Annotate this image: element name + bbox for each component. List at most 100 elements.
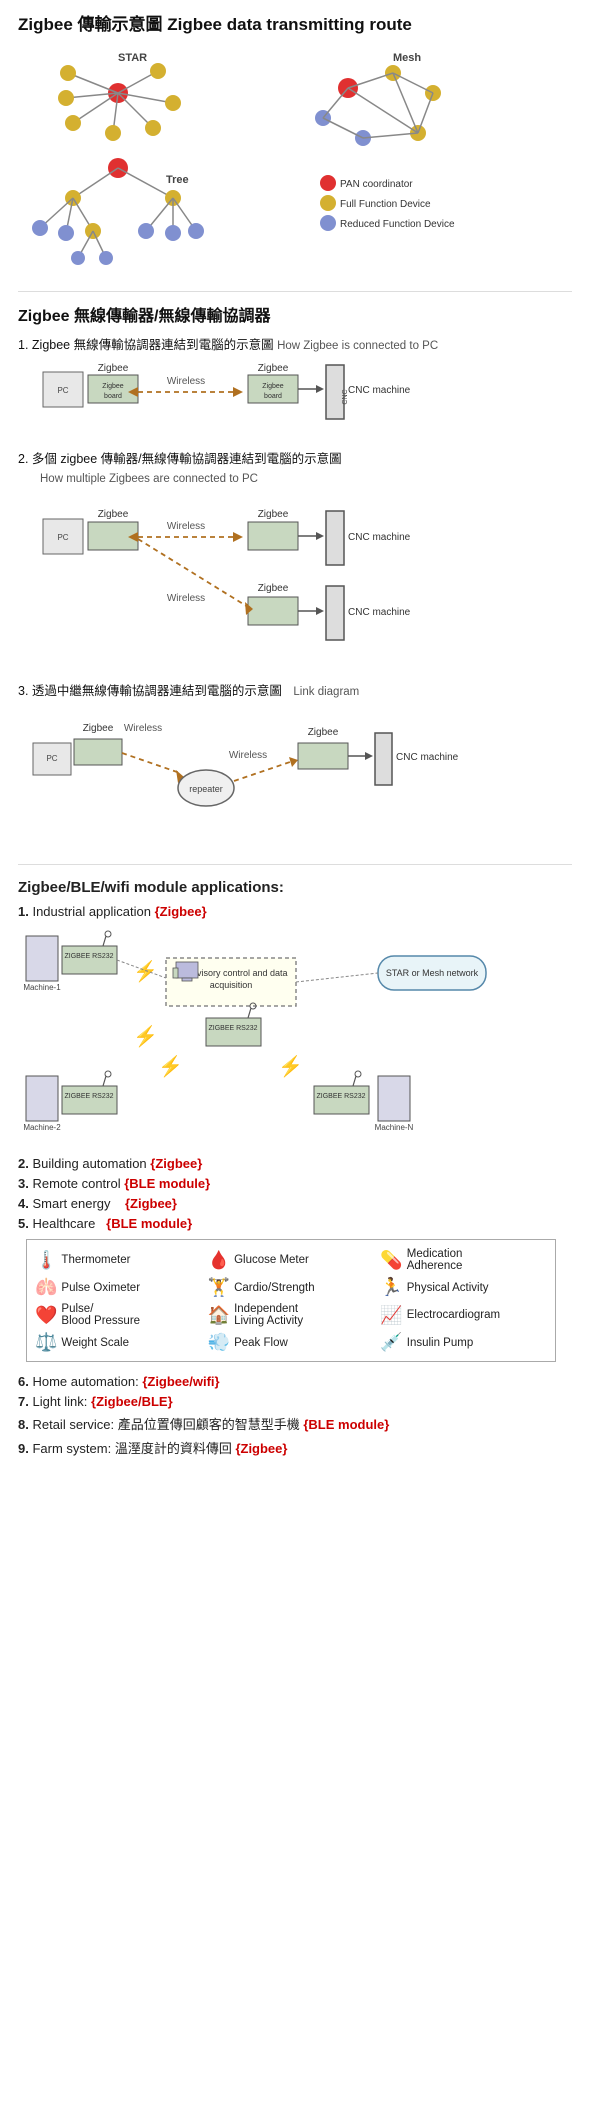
app-item-1-num: 1.	[18, 904, 32, 919]
app-item-7-text: Light link:	[32, 1394, 91, 1409]
app-item-4: 4. Smart energy {Zigbee}	[18, 1196, 572, 1211]
app-item-4-text: Smart energy	[32, 1196, 124, 1211]
svg-text:STAR or Mesh network: STAR or Mesh network	[386, 968, 479, 978]
svg-text:Zigbee: Zigbee	[258, 363, 289, 374]
svg-text:Zigbee: Zigbee	[308, 727, 339, 738]
item1-en: How Zigbee is connected to PC	[277, 340, 438, 352]
svg-text:acquisition: acquisition	[210, 980, 253, 990]
svg-text:board: board	[104, 393, 122, 400]
hc-pulseox-label: Pulse Oximeter	[61, 1282, 140, 1294]
wireless-item-2: 2. 多個 zigbee 傳輸器/無線傳輸協調器連結到電腦的示意圖 How mu…	[18, 448, 572, 680]
hc-med-label: MedicationAdherence	[407, 1248, 463, 1272]
app-item-6: 6. Home automation: {Zigbee/wifi}	[18, 1374, 572, 1389]
hc-medication: 💊 MedicationAdherence	[380, 1248, 547, 1272]
hc-insulin-label: Insulin Pump	[407, 1337, 473, 1349]
hc-peak-icon: 💨	[208, 1332, 230, 1353]
app-item-7: 7. Light link: {Zigbee/BLE}	[18, 1394, 572, 1409]
svg-text:PC: PC	[57, 386, 68, 395]
hc-glucose-label: Glucose Meter	[234, 1254, 309, 1266]
main-title: Zigbee 傳輸示意圖 Zigbee data transmitting ro…	[18, 10, 572, 35]
svg-text:board: board	[264, 393, 282, 400]
svg-text:Full Function Device: Full Function Device	[340, 199, 431, 210]
svg-text:CNC machine: CNC machine	[348, 607, 411, 618]
hc-weight-icon: ⚖️	[35, 1332, 57, 1353]
diagram-2: PC Zigbee Wireless Zigbee CNC machine Zi…	[38, 489, 558, 669]
wireless-item-1: 1. Zigbee 無線傳輸協調器連結到電腦的示意圖 How Zigbee is…	[18, 334, 572, 448]
app-item-9-zh: 溫溼度計的資料傳回	[115, 1441, 236, 1456]
svg-text:Zigbee: Zigbee	[258, 583, 289, 594]
hc-cardio-label: Cardio/Strength	[234, 1282, 315, 1294]
app-item-8-text: Retail service:	[32, 1417, 117, 1432]
item3-zh: 透過中繼無線傳輸協調器連結到電腦的示意圖	[32, 684, 282, 698]
svg-text:Zigbee: Zigbee	[102, 383, 124, 390]
app-item-4-num: 4.	[18, 1196, 32, 1211]
hc-living-label: IndependentLiving Activity	[234, 1303, 303, 1327]
hc-peak-label: Peak Flow	[234, 1337, 288, 1349]
app-item-5-tag: {BLE module}	[106, 1216, 192, 1231]
svg-text:ZIGBEE RS232: ZIGBEE RS232	[316, 1093, 365, 1100]
hc-physical-icon: 🏃	[380, 1277, 402, 1298]
hc-physical-label: Physical Activity	[407, 1282, 489, 1294]
app-item-7-num: 7.	[18, 1394, 32, 1409]
app-item-9-tag: {Zigbee}	[235, 1441, 287, 1456]
hc-peakflow: 💨 Peak Flow	[208, 1332, 375, 1353]
svg-text:⚡: ⚡	[278, 1054, 303, 1078]
app-item-8-num: 8.	[18, 1417, 32, 1432]
svg-text:Machine-1: Machine-1	[23, 983, 61, 992]
app-item-5-text: Healthcare	[32, 1216, 106, 1231]
svg-text:repeater: repeater	[189, 784, 223, 794]
svg-text:STAR: STAR	[118, 52, 147, 64]
hc-pulseox-icon: 🫁	[35, 1277, 57, 1298]
hc-physical: 🏃 Physical Activity	[380, 1277, 547, 1298]
hc-insulin-icon: 💉	[380, 1332, 402, 1353]
app-item-6-num: 6.	[18, 1374, 32, 1389]
app-item-8: 8. Retail service: 產品位置傳回顧客的智慧型手機 {BLE m…	[18, 1414, 572, 1433]
hc-weight-label: Weight Scale	[61, 1337, 129, 1349]
app-section: Zigbee/BLE/wifi module applications: 1. …	[18, 879, 572, 1457]
diagram-3: PC Zigbee Wireless repeater Wireless Zig…	[28, 703, 548, 843]
hc-therm-label: Thermometer	[61, 1254, 130, 1266]
svg-text:Wireless: Wireless	[167, 521, 205, 532]
item3-num: 3.	[18, 684, 32, 698]
topology-diagram: STAR Tree	[18, 43, 578, 281]
industrial-diagram: Machine-1 ZIGBEE RS232 ⚡ ⚡ supervisory c…	[18, 928, 566, 1138]
svg-text:Zigbee: Zigbee	[83, 723, 114, 734]
svg-text:CNC machine: CNC machine	[348, 385, 411, 396]
svg-text:⚡: ⚡	[133, 959, 158, 983]
hc-pulse-ox: 🫁 Pulse Oximeter	[35, 1277, 202, 1298]
app-item-6-text: Home automation:	[32, 1374, 142, 1389]
svg-text:PC: PC	[46, 754, 57, 763]
app-item-2-tag: {Zigbee}	[150, 1156, 202, 1171]
app-title: Zigbee/BLE/wifi module applications:	[18, 879, 572, 896]
svg-text:Zigbee: Zigbee	[98, 363, 129, 374]
app-item-4-tag: {Zigbee}	[125, 1196, 177, 1211]
app-item-6-tag: {Zigbee/wifi}	[142, 1374, 219, 1389]
diagram-1: PC Zigbee board Zigbee Wireless Zigbee b…	[38, 357, 558, 437]
app-item-3-tag: {BLE module}	[124, 1176, 210, 1191]
app-item-2-text: Building automation	[32, 1156, 150, 1171]
hc-bp-label: Pulse/Blood Pressure	[61, 1303, 140, 1327]
svg-text:Machine-N: Machine-N	[375, 1123, 414, 1132]
app-item-8-tag: {BLE module}	[303, 1417, 389, 1432]
hc-living: 🏠 IndependentLiving Activity	[208, 1303, 375, 1327]
healthcare-grid: 🌡️ Thermometer 🩸 Glucose Meter 💊 Medicat…	[26, 1239, 556, 1362]
hc-cardio: 🏋️ Cardio/Strength	[208, 1277, 375, 1298]
svg-text:ZIGBEE RS232: ZIGBEE RS232	[208, 1025, 257, 1032]
app-item-8-zh: 產品位置傳回顧客的智慧型手機	[118, 1417, 304, 1432]
app-item-9-text: Farm system:	[32, 1441, 114, 1456]
hc-cardio-icon: 🏋️	[208, 1277, 230, 1298]
svg-text:PAN coordinator: PAN coordinator	[340, 179, 413, 190]
svg-text:⚡: ⚡	[158, 1054, 183, 1078]
item2-num: 2.	[18, 452, 32, 466]
app-item-5: 5. Healthcare {BLE module}	[18, 1216, 572, 1231]
svg-text:PC: PC	[57, 533, 68, 542]
svg-text:Reduced Function Device: Reduced Function Device	[340, 219, 455, 230]
svg-text:Mesh: Mesh	[393, 52, 421, 64]
svg-text:Wireless: Wireless	[229, 750, 267, 761]
svg-text:⚡: ⚡	[133, 1024, 158, 1048]
item1-num: 1.	[18, 338, 32, 352]
hc-ecg-icon: 📈	[380, 1305, 402, 1326]
app-item-2: 2. Building automation {Zigbee}	[18, 1156, 572, 1171]
app-item-3-text: Remote control	[32, 1176, 124, 1191]
app-item-9-num: 9.	[18, 1441, 32, 1456]
